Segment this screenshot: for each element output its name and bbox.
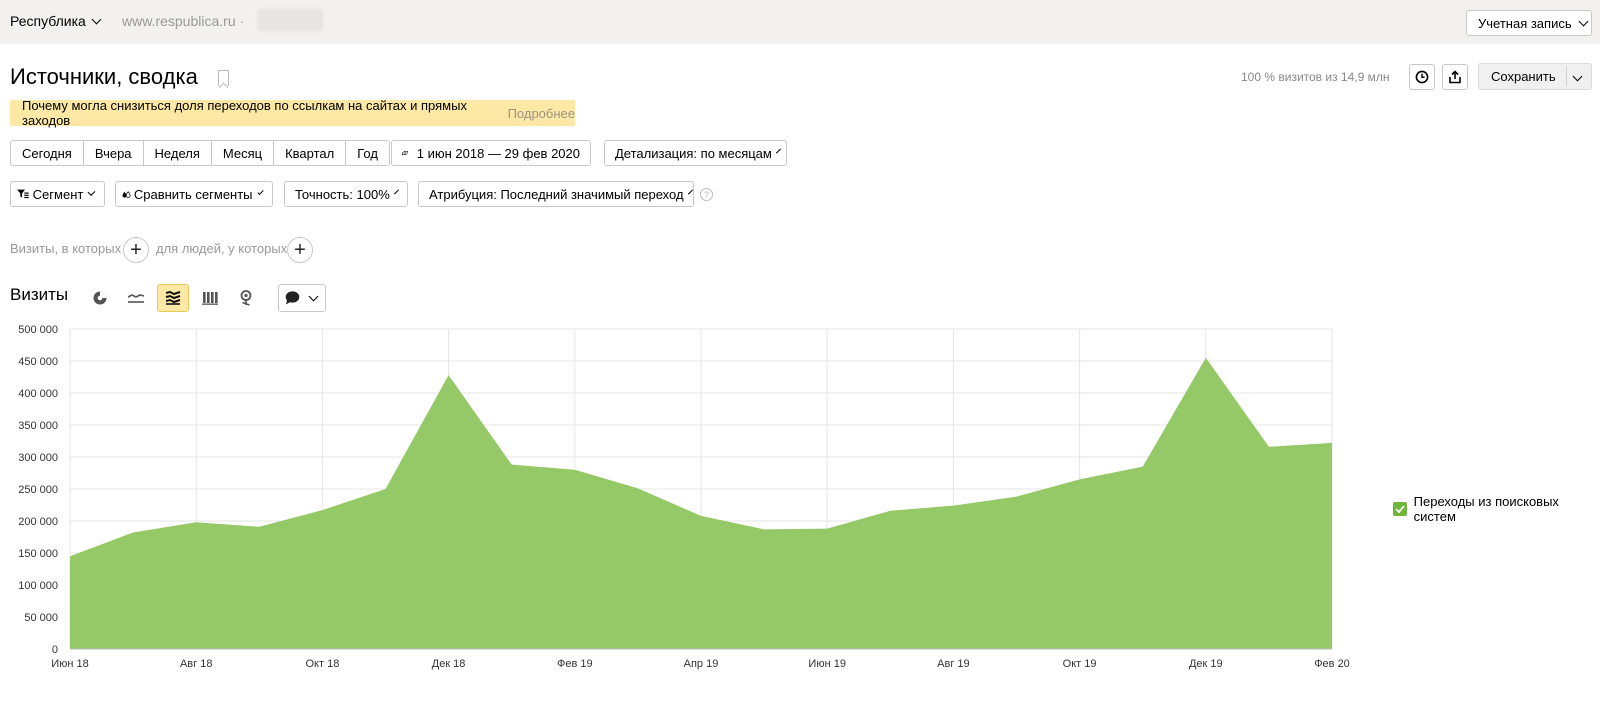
y-tick-label: 400 000 (18, 388, 58, 400)
y-tick-label: 200 000 (18, 516, 58, 528)
x-tick-label: Дек 19 (1189, 658, 1223, 670)
date-range-button[interactable]: 1 июн 2018 — 29 фев 2020 (391, 140, 591, 166)
chevron-down-icon (1578, 16, 1589, 26)
map-pin-icon (240, 290, 252, 306)
chevron-down-icon (256, 188, 264, 196)
x-tick-label: Окт 18 (305, 658, 339, 670)
y-tick-label: 150 000 (18, 548, 58, 560)
filter-icon (17, 189, 29, 199)
chevron-down-icon (393, 189, 399, 195)
period-today[interactable]: Сегодня (11, 141, 84, 165)
chevron-down-icon (775, 148, 781, 154)
bar-chart-icon (202, 292, 218, 305)
share-icon (1449, 70, 1461, 84)
legend-item[interactable]: Переходы из поисковых систем (1393, 494, 1600, 524)
y-tick-label: 450 000 (18, 356, 58, 368)
history-button[interactable] (1409, 64, 1435, 90)
calendar-icon (402, 150, 408, 156)
chart-title: Визиты (10, 285, 69, 304)
notice-banner: Почему могла снизиться доля переходов по… (10, 98, 575, 128)
period-month[interactable]: Месяц (212, 141, 275, 165)
page-title: Источники, сводка (10, 64, 198, 89)
detail-dropdown[interactable]: Детализация: по месяцам (604, 140, 787, 166)
period-year[interactable]: Год (346, 141, 389, 165)
period-yesterday[interactable]: Вчера (84, 141, 144, 165)
x-tick-label: Апр 19 (684, 658, 719, 670)
y-tick-label: 100 000 (18, 580, 58, 592)
chevron-down-icon (91, 14, 102, 24)
period-selector: Сегодня Вчера Неделя Месяц Квартал Год (10, 140, 390, 166)
y-tick-label: 50 000 (24, 612, 58, 624)
attribution-dropdown[interactable]: Атрибуция: Последний значимый переход (418, 181, 694, 207)
annotations-dropdown[interactable] (278, 284, 326, 312)
period-week[interactable]: Неделя (144, 141, 212, 165)
checkbox-checked-icon[interactable] (1393, 502, 1407, 516)
save-label: Сохранить (1491, 69, 1556, 84)
segment-label: Сегмент (32, 186, 84, 202)
comment-icon (285, 291, 300, 305)
chevron-down-icon (1572, 71, 1583, 82)
line-chart-icon (128, 294, 144, 303)
segment-button[interactable]: Сегмент (10, 181, 105, 207)
x-tick-label: Фев 19 (557, 658, 593, 670)
top-bar: Республика www.respublica.ru · Учетная з… (0, 0, 1600, 44)
compare-label: Сравнить сегменты (133, 186, 253, 202)
clock-icon (1415, 70, 1429, 84)
export-button[interactable] (1442, 64, 1468, 90)
x-tick-label: Авг 18 (180, 658, 212, 670)
attribution-label: Атрибуция: Последний значимый переход (429, 186, 684, 202)
account-button[interactable]: Учетная запись (1466, 10, 1592, 36)
save-button[interactable]: Сохранить (1478, 63, 1592, 90)
x-tick-label: Дек 18 (432, 658, 466, 670)
accuracy-label: Точность: 100% (295, 186, 390, 202)
site-name: Республика (10, 13, 86, 29)
y-tick-label: 250 000 (18, 484, 58, 496)
x-tick-label: Авг 19 (937, 658, 969, 670)
y-tick-label: 300 000 (18, 452, 58, 464)
blurred-counter-id (257, 9, 323, 31)
account-label: Учетная запись (1478, 15, 1572, 31)
x-tick-label: Окт 19 (1063, 658, 1097, 670)
add-people-condition-button[interactable]: + (287, 237, 313, 263)
period-quarter[interactable]: Квартал (274, 141, 347, 165)
map-chart-toggle[interactable] (230, 284, 262, 312)
bookmark-icon[interactable] (218, 70, 229, 86)
visits-sample-info: 100 % визитов из 14,9 млн (1241, 70, 1390, 84)
pie-chart-icon (93, 291, 107, 305)
visits-area-chart: 0 50 000 100 000 150 000 200 000 250 000 300 0… (18, 324, 1350, 670)
chevron-down-icon (308, 291, 319, 301)
y-tick-label: 350 000 (18, 420, 58, 432)
x-tick-label: Июн 19 (808, 658, 846, 670)
x-tick-label: Июн 18 (51, 658, 89, 670)
site-url: www.respublica.ru · (122, 13, 245, 29)
compare-drops-icon (122, 190, 131, 198)
notice-text: Почему могла снизиться доля переходов по… (22, 98, 467, 128)
people-condition-label: для людей, у которых (156, 241, 288, 256)
pie-chart-toggle[interactable] (84, 284, 116, 312)
compare-segments-button[interactable]: Сравнить сегменты (115, 181, 273, 207)
accuracy-dropdown[interactable]: Точность: 100% (284, 181, 408, 207)
y-tick-label: 500 000 (18, 324, 58, 336)
stacked-area-icon (165, 291, 181, 305)
stacked-area-toggle[interactable] (157, 284, 189, 312)
line-chart-toggle[interactable] (120, 284, 152, 312)
detail-label: Детализация: по месяцам (615, 145, 772, 161)
help-icon[interactable]: ? (700, 188, 713, 201)
visits-condition-label: Визиты, в которых (10, 241, 122, 256)
legend-label: Переходы из поисковых систем (1413, 494, 1559, 524)
date-range-label: 1 июн 2018 — 29 фев 2020 (416, 145, 580, 161)
chevron-down-icon (687, 189, 693, 195)
y-tick-label: 0 (52, 644, 58, 656)
chevron-down-icon (87, 188, 96, 196)
site-selector[interactable]: Республика (10, 13, 102, 29)
notice-more-link[interactable]: Подробнее (508, 106, 575, 121)
add-visit-condition-button[interactable]: + (123, 237, 149, 263)
bar-chart-toggle[interactable] (194, 284, 226, 312)
x-tick-label: Фев 20 (1314, 658, 1350, 670)
